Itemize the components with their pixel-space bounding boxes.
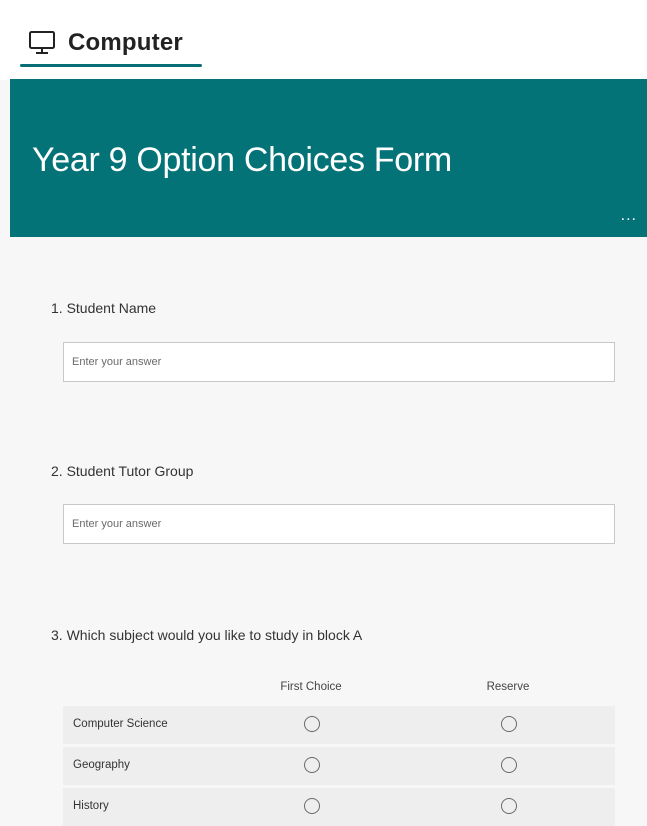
radio-history-first-choice[interactable] xyxy=(304,798,320,814)
student-name-input[interactable] xyxy=(63,342,615,382)
question-tutor-group: 2. Student Tutor Group xyxy=(51,463,194,479)
radio-geography-reserve[interactable] xyxy=(501,757,517,773)
tab-label: Computer xyxy=(68,29,183,56)
more-options-button[interactable]: ... xyxy=(621,207,637,225)
tab-computer[interactable]: Computer xyxy=(20,18,202,68)
matrix-row-history: History xyxy=(63,788,615,826)
tab-active-indicator xyxy=(20,64,202,67)
column-header-first-choice: First Choice xyxy=(280,681,342,693)
question-student-name: 1. Student Name xyxy=(51,300,157,316)
row-label: Computer Science xyxy=(73,718,168,730)
question-block-a: 3. Which subject would you like to study… xyxy=(51,627,363,643)
form-banner: Year 9 Option Choices Form ... xyxy=(10,79,647,237)
column-header-reserve: Reserve xyxy=(486,681,530,693)
radio-history-reserve[interactable] xyxy=(501,798,517,814)
form-title: Year 9 Option Choices Form xyxy=(32,141,452,179)
radio-computer-science-first-choice[interactable] xyxy=(304,716,320,732)
row-label: History xyxy=(73,800,109,812)
tutor-group-input[interactable] xyxy=(63,504,615,544)
monitor-icon xyxy=(29,31,55,54)
radio-computer-science-reserve[interactable] xyxy=(501,716,517,732)
matrix-row-computer-science: Computer Science xyxy=(63,706,615,744)
radio-geography-first-choice[interactable] xyxy=(304,757,320,773)
matrix-row-geography: Geography xyxy=(63,747,615,785)
row-label: Geography xyxy=(73,759,130,771)
